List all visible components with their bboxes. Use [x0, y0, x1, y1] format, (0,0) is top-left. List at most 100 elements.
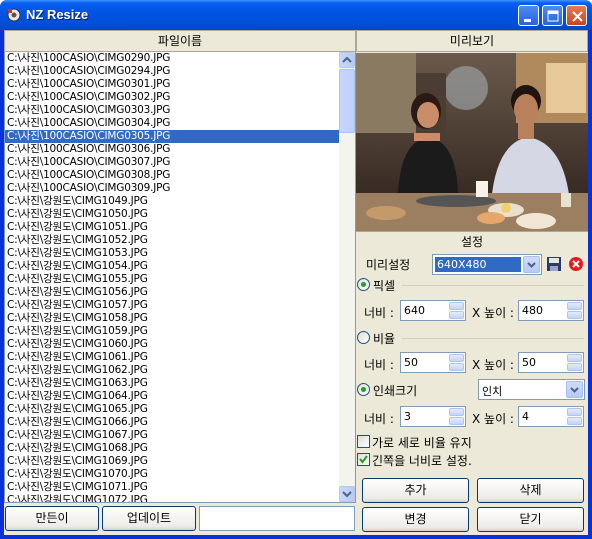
pixel-width-label: 너비 : — [364, 306, 394, 320]
list-item[interactable]: C:\사진\강원도\CIMG1056.JPG — [5, 286, 341, 299]
close-window-button[interactable] — [566, 5, 587, 26]
list-item[interactable]: C:\사진\강원도\CIMG1053.JPG — [5, 247, 341, 260]
print-height-label: X 높이 : — [472, 412, 514, 426]
list-item[interactable]: C:\사진\강원도\CIMG1070.JPG — [5, 468, 341, 481]
list-item[interactable]: C:\사진\강원도\CIMG1065.JPG — [5, 403, 341, 416]
scroll-down-button[interactable] — [339, 486, 355, 502]
list-item[interactable]: C:\사진\강원도\CIMG1049.JPG — [5, 195, 341, 208]
spin-down-button[interactable] — [567, 311, 582, 319]
list-item[interactable]: C:\사진\100CASIO\CIMG0303.JPG — [5, 104, 341, 117]
pixel-divider — [402, 285, 584, 286]
list-item[interactable]: C:\사진\강원도\CIMG1072.JPG — [5, 494, 341, 502]
chevron-down-icon — [570, 387, 579, 393]
keep-ratio-label: 가로 세로 비율 유지 — [372, 436, 472, 450]
file-list-items: C:\사진\100CASIO\CIMG0290.JPG C:\사진\100CASI… — [5, 52, 341, 502]
print-width-spinner[interactable]: 3 — [400, 406, 466, 427]
pixel-height-spinner[interactable]: 480 — [518, 300, 584, 321]
save-preset-icon[interactable] — [546, 256, 562, 272]
ratio-height-spinner[interactable]: 50 — [518, 352, 584, 373]
radio-dot — [361, 387, 366, 392]
unit-dropdown-button[interactable] — [566, 381, 583, 398]
preview-header: 미리보기 — [356, 30, 588, 52]
list-item[interactable]: C:\사진\강원도\CIMG1051.JPG — [5, 221, 341, 234]
print-width-value: 3 — [404, 410, 411, 423]
list-item[interactable]: C:\사진\강원도\CIMG1063.JPG — [5, 377, 341, 390]
app-window: NZ Resize 파일이름 C:\사진\100CASIO\CIMG0290.J… — [0, 0, 592, 539]
list-item[interactable]: C:\사진\강원도\CIMG1064.JPG — [5, 390, 341, 403]
spin-up-button[interactable] — [449, 302, 464, 310]
list-item[interactable]: C:\사진\강원도\CIMG1068.JPG — [5, 442, 341, 455]
pixel-width-spinner[interactable]: 640 — [400, 300, 466, 321]
long-side-label: 긴쪽을 너비로 설정. — [372, 454, 472, 468]
list-item[interactable]: C:\사진\강원도\CIMG1057.JPG — [5, 299, 341, 312]
spin-down-button[interactable] — [449, 311, 464, 319]
list-item[interactable]: C:\사진\100CASIO\CIMG0294.JPG — [5, 65, 341, 78]
file-list-scrollbar[interactable] — [339, 52, 355, 502]
list-item[interactable]: C:\사진\100CASIO\CIMG0302.JPG — [5, 91, 341, 104]
spin-down-button[interactable] — [449, 363, 464, 371]
list-item[interactable]: C:\사진\강원도\CIMG1062.JPG — [5, 364, 341, 377]
long-side-checkbox[interactable] — [357, 453, 370, 466]
made-by-button[interactable]: 만든이 — [5, 506, 99, 531]
ratio-radio[interactable] — [357, 331, 370, 344]
list-item[interactable]: C:\사진\강원도\CIMG1066.JPG — [5, 416, 341, 429]
ratio-width-value: 50 — [404, 356, 418, 369]
list-item[interactable]: C:\사진\강원도\CIMG1060.JPG — [5, 338, 341, 351]
add-button[interactable]: 추가 — [362, 478, 469, 503]
list-item[interactable]: C:\사진\강원도\CIMG1059.JPG — [5, 325, 341, 338]
list-item[interactable]: C:\사진\100CASIO\CIMG0306.JPG — [5, 143, 341, 156]
list-item[interactable]: C:\사진\100CASIO\CIMG0309.JPG — [5, 182, 341, 195]
convert-button[interactable]: 변경 — [362, 507, 469, 532]
spin-up-button[interactable] — [567, 302, 582, 310]
list-item[interactable]: C:\사진\100CASIO\CIMG0305.JPG — [5, 130, 341, 143]
print-size-label: 인쇄크기 — [373, 384, 418, 398]
ratio-height-value: 50 — [522, 356, 536, 369]
ratio-width-spinner[interactable]: 50 — [400, 352, 466, 373]
delete-preset-icon[interactable] — [568, 256, 584, 272]
pixel-radio[interactable] — [357, 278, 370, 291]
update-button[interactable]: 업데이트 — [102, 506, 196, 531]
spin-down-button[interactable] — [567, 363, 582, 371]
keep-ratio-checkbox[interactable] — [357, 435, 370, 448]
spin-up-button[interactable] — [449, 408, 464, 416]
list-item[interactable]: C:\사진\100CASIO\CIMG0301.JPG — [5, 78, 341, 91]
spin-up-button[interactable] — [567, 408, 582, 416]
unit-select[interactable]: 인치 — [478, 379, 585, 400]
list-item[interactable]: C:\사진\100CASIO\CIMG0307.JPG — [5, 156, 341, 169]
list-item[interactable]: C:\사진\강원도\CIMG1061.JPG — [5, 351, 341, 364]
preset-select[interactable]: 640X480 — [432, 254, 542, 275]
list-item[interactable]: C:\사진\100CASIO\CIMG0304.JPG — [5, 117, 341, 130]
file-list-header[interactable]: 파일이름 — [4, 30, 356, 52]
list-item[interactable]: C:\사진\강원도\CIMG1071.JPG — [5, 481, 341, 494]
list-item[interactable]: C:\사진\강원도\CIMG1052.JPG — [5, 234, 341, 247]
settings-header: 설정 — [356, 231, 588, 251]
close-icon — [572, 11, 583, 22]
spin-up-button[interactable] — [567, 354, 582, 362]
print-height-spinner[interactable]: 4 — [518, 406, 584, 427]
delete-button[interactable]: 삭제 — [477, 478, 584, 503]
chevron-down-icon — [342, 491, 352, 498]
list-item[interactable]: C:\사진\강원도\CIMG1055.JPG — [5, 273, 341, 286]
list-item[interactable]: C:\사진\강원도\CIMG1058.JPG — [5, 312, 341, 325]
status-box — [199, 506, 355, 531]
spin-down-button[interactable] — [449, 417, 464, 425]
scroll-up-button[interactable] — [339, 52, 355, 68]
title-bar[interactable]: NZ Resize — [0, 0, 592, 30]
maximize-button[interactable] — [542, 5, 563, 26]
unit-value: 인치 — [482, 385, 503, 398]
close-button[interactable]: 닫기 — [477, 507, 584, 532]
list-item[interactable]: C:\사진\강원도\CIMG1054.JPG — [5, 260, 341, 273]
list-item[interactable]: C:\사진\강원도\CIMG1067.JPG — [5, 429, 341, 442]
list-item[interactable]: C:\사진\강원도\CIMG1050.JPG — [5, 208, 341, 221]
window-title: NZ Resize — [26, 7, 89, 22]
scroll-thumb[interactable] — [339, 69, 355, 133]
list-item[interactable]: C:\사진\강원도\CIMG1069.JPG — [5, 455, 341, 468]
spin-up-button[interactable] — [449, 354, 464, 362]
list-item[interactable]: C:\사진\100CASIO\CIMG0308.JPG — [5, 169, 341, 182]
spin-down-button[interactable] — [567, 417, 582, 425]
preset-dropdown-button[interactable] — [523, 256, 540, 273]
print-size-radio[interactable] — [357, 383, 370, 396]
list-item[interactable]: C:\사진\100CASIO\CIMG0290.JPG — [5, 52, 341, 65]
file-list[interactable]: C:\사진\100CASIO\CIMG0290.JPG C:\사진\100CASI… — [4, 52, 356, 503]
minimize-button[interactable] — [518, 5, 539, 26]
